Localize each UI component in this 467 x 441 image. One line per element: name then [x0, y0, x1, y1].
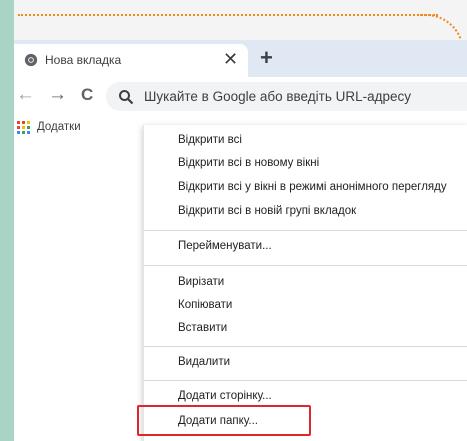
- menu-item-paste[interactable]: Вставити: [178, 322, 227, 334]
- tab-title: Нова вкладка: [45, 53, 122, 67]
- menu-divider: [144, 265, 467, 266]
- menu-item-cut[interactable]: Вирізати: [178, 276, 224, 288]
- address-input[interactable]: [144, 82, 464, 111]
- menu-divider: [144, 230, 467, 231]
- browser-toolbar: ← → C: [14, 77, 467, 115]
- bookmark-apps[interactable]: Додатки: [37, 121, 81, 133]
- menu-item-open-all[interactable]: Відкрити всі: [178, 134, 242, 146]
- tab-strip: Нова вкладка ✕ +: [14, 40, 467, 77]
- browser-window: Нова вкладка ✕ + ← → C Додатки: [14, 40, 467, 441]
- tab-new-tab[interactable]: Нова вкладка ✕: [14, 44, 248, 77]
- menu-item-copy[interactable]: Копіювати: [178, 299, 232, 311]
- menu-item-open-all-new-window[interactable]: Відкрити всі в новому вікні: [178, 157, 319, 169]
- new-tab-button[interactable]: +: [260, 47, 273, 69]
- menu-item-delete[interactable]: Видалити: [178, 356, 230, 368]
- menu-item-rename[interactable]: Перейменувати...: [178, 240, 272, 252]
- menu-item-add-page[interactable]: Додати сторінку...: [178, 390, 272, 402]
- highlight-frame: [137, 405, 311, 436]
- menu-item-open-all-incognito[interactable]: Відкрити всі у вікні в режимі анонімного…: [178, 181, 447, 193]
- back-button[interactable]: ←: [16, 85, 35, 105]
- address-bar[interactable]: [106, 82, 467, 111]
- decorative-dotted-line: [18, 14, 438, 16]
- forward-button[interactable]: →: [48, 85, 67, 105]
- chrome-icon: [24, 53, 38, 67]
- menu-divider: [144, 346, 467, 347]
- reload-button[interactable]: C: [81, 85, 93, 105]
- close-tab-icon[interactable]: ✕: [223, 48, 238, 70]
- bookmark-context-menu: Відкрити всі Відкрити всі в новому вікні…: [143, 125, 467, 441]
- search-icon: [119, 90, 134, 105]
- menu-item-open-all-new-tab-group[interactable]: Відкрити всі в новій групі вкладок: [178, 205, 356, 217]
- apps-grid-icon[interactable]: [17, 121, 31, 134]
- menu-divider: [144, 380, 467, 381]
